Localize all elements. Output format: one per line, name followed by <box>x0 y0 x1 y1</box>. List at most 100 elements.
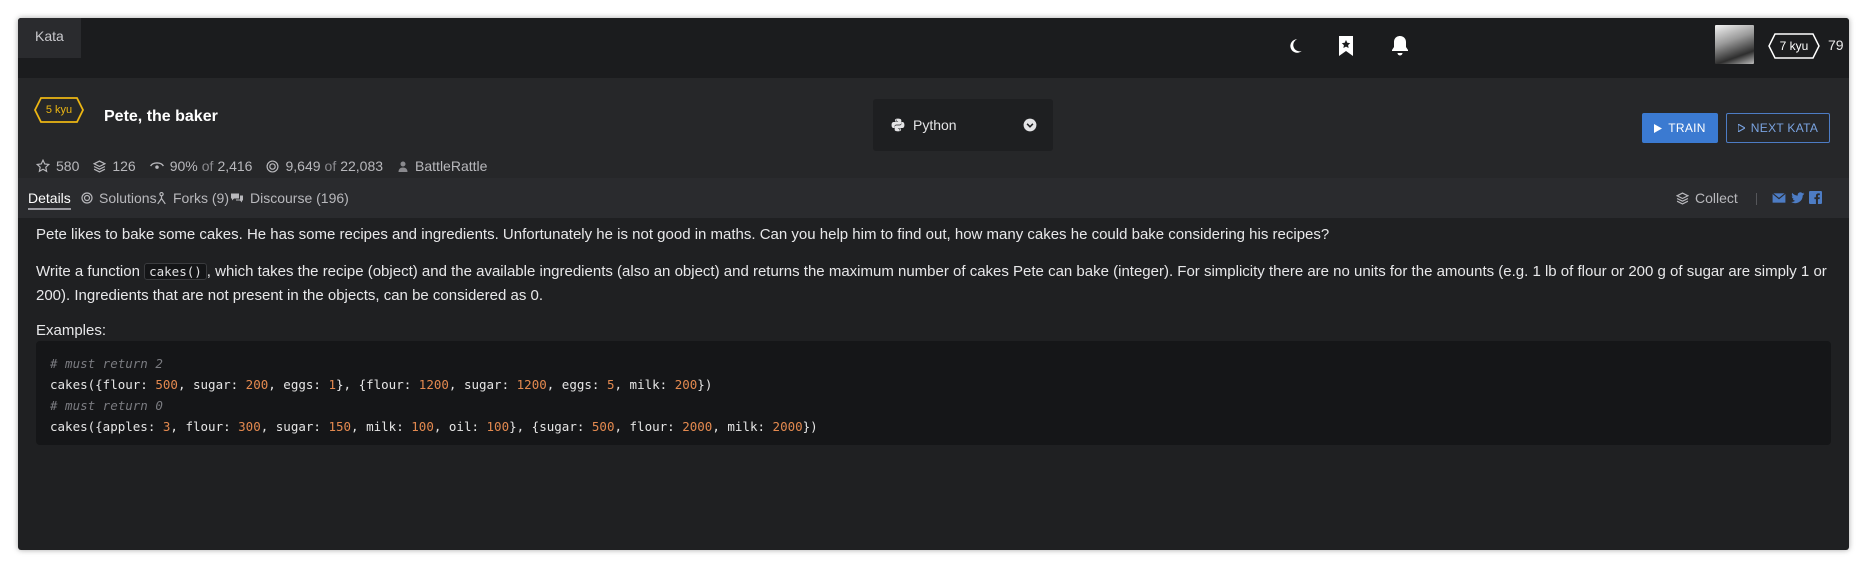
satisfaction-total: 2,416 <box>217 158 253 174</box>
tab-discourse[interactable]: Discourse (196) <box>230 178 349 218</box>
tab-details[interactable]: Details <box>28 178 71 218</box>
target-icon <box>81 192 93 204</box>
code-text: , eggs: <box>546 377 607 392</box>
collections-count: 126 <box>112 158 136 174</box>
code-text: , sugar: <box>448 377 517 392</box>
code-text: , milk: <box>351 419 412 434</box>
tab-solutions-label: Solutions <box>99 190 157 206</box>
code-number: 2000 <box>682 419 713 434</box>
train-label: TRAIN <box>1668 121 1706 135</box>
code-line: cakes({apples: 3, flour: 300, sugar: 150… <box>50 416 1817 437</box>
tab-forks-label: Forks (9) <box>173 190 229 206</box>
code-text: , flour: <box>614 419 683 434</box>
satisfaction-pct: 90% <box>169 158 198 174</box>
tab-forks[interactable]: Forks (9) <box>156 178 229 218</box>
divider <box>1756 193 1757 205</box>
bookmark-icon[interactable] <box>1331 31 1361 61</box>
twitter-share-icon[interactable] <box>1791 191 1805 209</box>
code-text: , milk: <box>712 419 773 434</box>
kata-stats: 580 126 90% of 2,416 9,649 of 22,083 Bat… <box>36 158 501 174</box>
next-kata-label: NEXT KATA <box>1750 121 1819 135</box>
fork-icon <box>157 191 166 204</box>
kata-rank-label: 5 kyu <box>45 104 73 116</box>
code-text: , eggs: <box>268 377 329 392</box>
code-number: 200 <box>245 377 269 392</box>
code-number: 1200 <box>418 377 449 392</box>
user-rank-badge: 7 kyu <box>1768 33 1820 59</box>
code-text: cakes({flour: <box>50 377 156 392</box>
code-line: cakes({flour: 500, sugar: 200, eggs: 1},… <box>50 374 1817 395</box>
comments-icon <box>231 193 243 203</box>
train-button[interactable]: TRAIN <box>1642 113 1718 143</box>
code-text: }, {flour: <box>336 377 419 392</box>
target-icon <box>266 159 279 173</box>
code-text: cakes({apples: <box>50 419 163 434</box>
completed-of: of <box>324 158 337 174</box>
code-number: 1200 <box>516 377 547 392</box>
star-icon <box>36 159 50 173</box>
page-title: Pete, the baker <box>104 108 218 125</box>
code-text: , flour: <box>170 419 239 434</box>
code-comment: # must return 2 <box>50 356 163 371</box>
author-link[interactable]: BattleRattle <box>415 158 487 174</box>
user-icon <box>398 161 408 172</box>
top-bar: Kata 7 kyu 79 <box>18 18 1849 78</box>
code-number: 2000 <box>772 419 803 434</box>
play-icon <box>1654 123 1663 133</box>
code-number: 5 <box>606 377 615 392</box>
code-number: 1 <box>328 377 336 392</box>
kata-tabs: Details Solutions Forks (9) Discourse (1… <box>18 178 1849 218</box>
code-number: 500 <box>155 377 178 392</box>
code-text: , sugar: <box>177 377 246 392</box>
code-number: 500 <box>591 419 615 434</box>
kata-header: 5 kyu Pete, the baker 580 126 90% of 2,4… <box>18 78 1849 178</box>
code-comment: # must return 0 <box>50 398 163 413</box>
avatar[interactable] <box>1715 25 1754 64</box>
tab-kata[interactable]: Kata <box>18 18 81 58</box>
honor-count: 79 <box>1828 37 1844 53</box>
chevron-down-icon <box>1023 118 1037 132</box>
code-text: , oil: <box>433 419 487 434</box>
satisfaction-of: of <box>201 158 214 174</box>
code-number: 100 <box>411 419 434 434</box>
attempted-count: 22,083 <box>340 158 384 174</box>
p2-text-after: , which takes the recipe (object) and th… <box>36 263 1827 304</box>
code-text: }, {sugar: <box>509 419 592 434</box>
layers-icon <box>1676 191 1689 205</box>
tab-discourse-label: Discourse (196) <box>250 190 349 206</box>
code-text: }) <box>697 377 713 392</box>
language-select[interactable]: Python <box>873 99 1053 151</box>
next-kata-button[interactable]: NEXT KATA <box>1726 113 1830 143</box>
code-text: }) <box>802 419 818 434</box>
author-stat[interactable]: BattleRattle <box>397 158 487 174</box>
moon-icon[interactable] <box>1280 31 1310 61</box>
email-share-icon[interactable] <box>1772 191 1786 209</box>
code-number: 100 <box>486 419 510 434</box>
completed-count: 9,649 <box>285 158 321 174</box>
description-paragraph-2: Write a function cakes(), which takes th… <box>36 260 1831 308</box>
eye-icon <box>149 162 164 169</box>
p2-text-before: Write a function <box>36 263 145 280</box>
stars-count: 580 <box>56 158 80 174</box>
language-label: Python <box>913 117 957 133</box>
layers-icon <box>93 159 107 173</box>
code-number: 300 <box>238 419 261 434</box>
user-rank-label: 7 kyu <box>1779 39 1809 53</box>
code-number: 200 <box>674 377 698 392</box>
code-example-block: # must return 2 cakes({flour: 500, sugar… <box>36 341 1831 445</box>
active-tab-underline <box>28 208 71 210</box>
stars-stat[interactable]: 580 <box>36 158 79 174</box>
facebook-share-icon[interactable] <box>1809 191 1822 209</box>
collect-label: Collect <box>1695 190 1738 206</box>
tab-details-label: Details <box>28 190 71 206</box>
bell-icon[interactable] <box>1385 31 1415 61</box>
collect-button[interactable]: Collect <box>1676 178 1738 218</box>
examples-label: Examples: <box>36 322 107 339</box>
collections-stat: 126 <box>93 158 136 174</box>
completion-stat: 9,649 of 22,083 <box>266 158 383 174</box>
code-text: , milk: <box>614 377 675 392</box>
app-window: Kata 7 kyu 79 5 kyu Pete, the baker 580 <box>18 18 1849 550</box>
satisfaction-stat: 90% of 2,416 <box>149 158 253 174</box>
tab-solutions[interactable]: Solutions <box>81 178 157 218</box>
play-icon <box>1737 124 1745 132</box>
